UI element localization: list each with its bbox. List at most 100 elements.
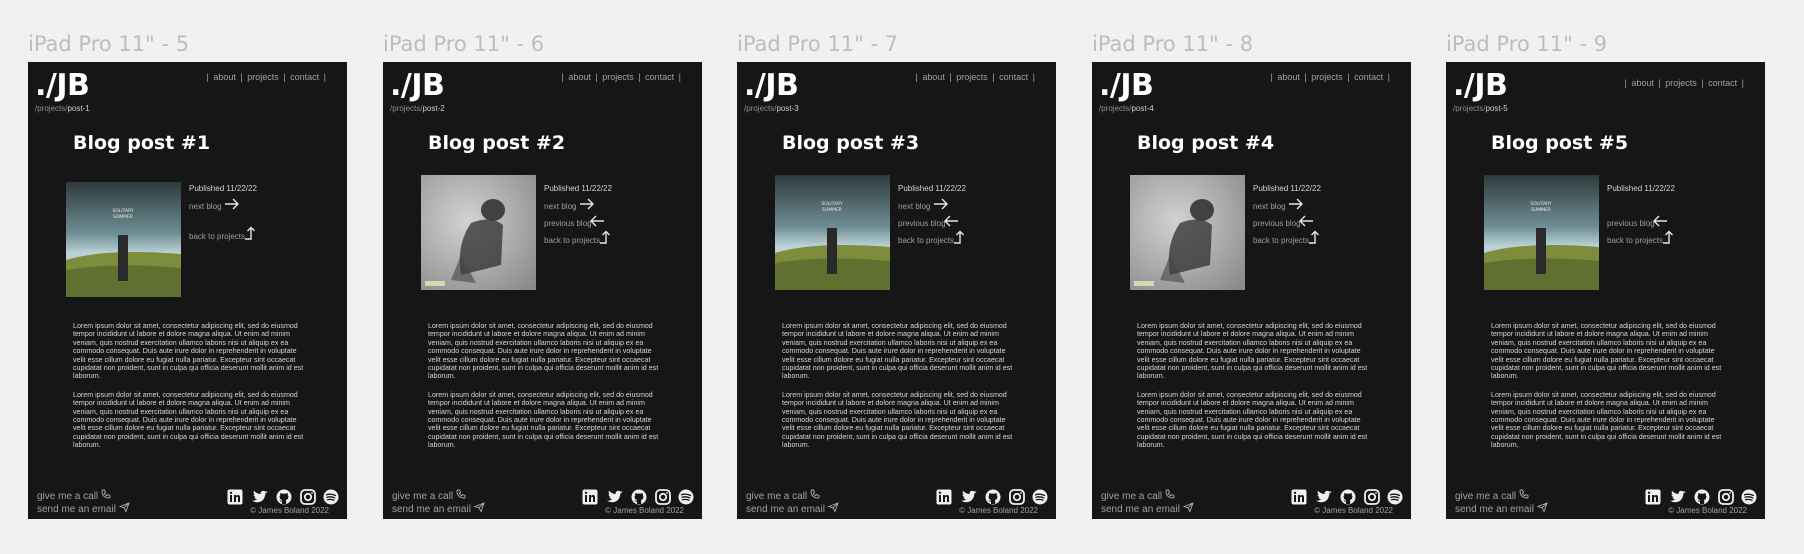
nav-projects-link[interactable]: projects	[602, 72, 634, 82]
nav-projects-link[interactable]: projects	[956, 72, 988, 82]
breadcrumb-projects-link[interactable]: /projects/	[744, 104, 776, 113]
github-icon[interactable]	[276, 489, 292, 505]
email-link[interactable]: send me an email	[392, 502, 485, 515]
back-to-projects-link[interactable]: back to projects	[544, 230, 610, 245]
call-link[interactable]: give me a call	[37, 489, 130, 502]
instagram-icon[interactable]	[654, 489, 671, 505]
call-link[interactable]: give me a call	[746, 489, 839, 502]
linkedin-icon[interactable]	[936, 489, 952, 505]
spotify-icon[interactable]	[1032, 489, 1048, 505]
email-link[interactable]: send me an email	[1455, 502, 1548, 515]
linkedin-icon[interactable]	[582, 489, 598, 505]
svg-text:SUMMER: SUMMER	[113, 214, 133, 220]
published-date: Published 11/22/22	[544, 184, 612, 193]
spotify-icon[interactable]	[1741, 489, 1757, 505]
call-link[interactable]: give me a call	[1101, 489, 1194, 502]
nav-contact-link[interactable]: contact	[290, 72, 319, 82]
artboard-frame-5: ./JB | about | projects | contact | /pro…	[1446, 62, 1765, 519]
nav-about-link[interactable]: about	[568, 72, 591, 82]
site-logo[interactable]: ./JB	[1453, 68, 1508, 103]
post-paragraph: Lorem ipsum dolor sit amet, consectetur …	[1137, 390, 1368, 450]
nav-separator: |	[1347, 72, 1350, 82]
back-to-projects-link[interactable]: back to projects	[1253, 230, 1319, 245]
back-to-projects-link[interactable]: back to projects	[898, 230, 964, 245]
next-blog-link[interactable]: next blog	[544, 198, 594, 211]
nav-separator: |	[240, 72, 243, 82]
previous-blog-link[interactable]: previous blog	[544, 215, 604, 228]
previous-blog-link[interactable]: previous blog	[898, 215, 958, 228]
twitter-icon[interactable]	[251, 489, 269, 505]
nav-about-link[interactable]: about	[213, 72, 236, 82]
back-to-projects-label: back to projects	[1607, 236, 1664, 245]
github-icon[interactable]	[985, 489, 1001, 505]
frame-label[interactable]: iPad Pro 11" - 9	[1446, 32, 1607, 56]
breadcrumb-projects-link[interactable]: /projects/	[35, 104, 67, 113]
back-to-projects-link[interactable]: back to projects	[1607, 230, 1673, 245]
nav-contact-link[interactable]: contact	[645, 72, 674, 82]
email-link[interactable]: send me an email	[37, 502, 130, 515]
frame-label[interactable]: iPad Pro 11" - 6	[383, 32, 544, 56]
frame-label[interactable]: iPad Pro 11" - 7	[737, 32, 898, 56]
frame-label[interactable]: iPad Pro 11" - 5	[28, 32, 189, 56]
nav-contact-link[interactable]: contact	[999, 72, 1028, 82]
breadcrumb-projects-link[interactable]: /projects/	[1099, 104, 1131, 113]
breadcrumb-projects-link[interactable]: /projects/	[390, 104, 422, 113]
email-link[interactable]: send me an email	[1101, 502, 1194, 515]
arrow-up-return-icon	[1309, 230, 1319, 244]
nav-contact-link[interactable]: contact	[1708, 78, 1737, 88]
arrow-left-icon	[590, 215, 604, 227]
linkedin-icon[interactable]	[227, 489, 243, 505]
site-logo[interactable]: ./JB	[1099, 68, 1154, 103]
github-icon[interactable]	[631, 489, 647, 505]
send-icon	[827, 502, 839, 513]
spotify-icon[interactable]	[323, 489, 339, 505]
site-logo[interactable]: ./JB	[390, 68, 445, 103]
back-to-projects-label: back to projects	[898, 236, 955, 245]
nav-projects-link[interactable]: projects	[1311, 72, 1343, 82]
published-date: Published 11/22/22	[898, 184, 966, 193]
back-to-projects-link[interactable]: back to projects	[189, 226, 255, 241]
instagram-icon[interactable]	[299, 489, 316, 505]
nav-separator: |	[1624, 78, 1627, 88]
arrow-up-return-icon	[954, 230, 964, 244]
instagram-icon[interactable]	[1717, 489, 1734, 505]
arrow-left-icon	[1653, 215, 1667, 227]
nav-projects-link[interactable]: projects	[1665, 78, 1697, 88]
nav-about-link[interactable]: about	[1631, 78, 1654, 88]
nav-separator: |	[1304, 72, 1307, 82]
copyright: © James Boland 2022	[605, 506, 684, 515]
previous-blog-link[interactable]: previous blog	[1253, 215, 1313, 228]
instagram-icon[interactable]	[1008, 489, 1025, 505]
call-link[interactable]: give me a call	[392, 489, 485, 502]
github-icon[interactable]	[1694, 489, 1710, 505]
nav-projects-link[interactable]: projects	[247, 72, 279, 82]
linkedin-icon[interactable]	[1645, 489, 1661, 505]
previous-blog-label: previous blog	[1253, 219, 1301, 228]
instagram-icon[interactable]	[1363, 489, 1380, 505]
twitter-icon[interactable]	[1315, 489, 1333, 505]
call-link[interactable]: give me a call	[1455, 489, 1548, 502]
frame-label[interactable]: iPad Pro 11" - 8	[1092, 32, 1253, 56]
copyright: © James Boland 2022	[1668, 506, 1747, 515]
next-blog-link[interactable]: next blog	[1253, 198, 1303, 211]
breadcrumb-projects-link[interactable]: /projects/	[1453, 104, 1485, 113]
arrow-right-icon	[225, 198, 239, 210]
site-logo[interactable]: ./JB	[744, 68, 799, 103]
back-to-projects-label: back to projects	[544, 236, 601, 245]
spotify-icon[interactable]	[1387, 489, 1403, 505]
spotify-icon[interactable]	[678, 489, 694, 505]
github-icon[interactable]	[1340, 489, 1356, 505]
post-title: Blog post #1	[73, 132, 211, 154]
linkedin-icon[interactable]	[1291, 489, 1307, 505]
previous-blog-link[interactable]: previous blog	[1607, 215, 1667, 228]
nav-about-link[interactable]: about	[1277, 72, 1300, 82]
twitter-icon[interactable]	[960, 489, 978, 505]
next-blog-link[interactable]: next blog	[189, 198, 239, 211]
next-blog-link[interactable]: next blog	[898, 198, 948, 211]
site-logo[interactable]: ./JB	[35, 68, 90, 103]
twitter-icon[interactable]	[606, 489, 624, 505]
nav-about-link[interactable]: about	[922, 72, 945, 82]
twitter-icon[interactable]	[1669, 489, 1687, 505]
email-link[interactable]: send me an email	[746, 502, 839, 515]
nav-contact-link[interactable]: contact	[1354, 72, 1383, 82]
